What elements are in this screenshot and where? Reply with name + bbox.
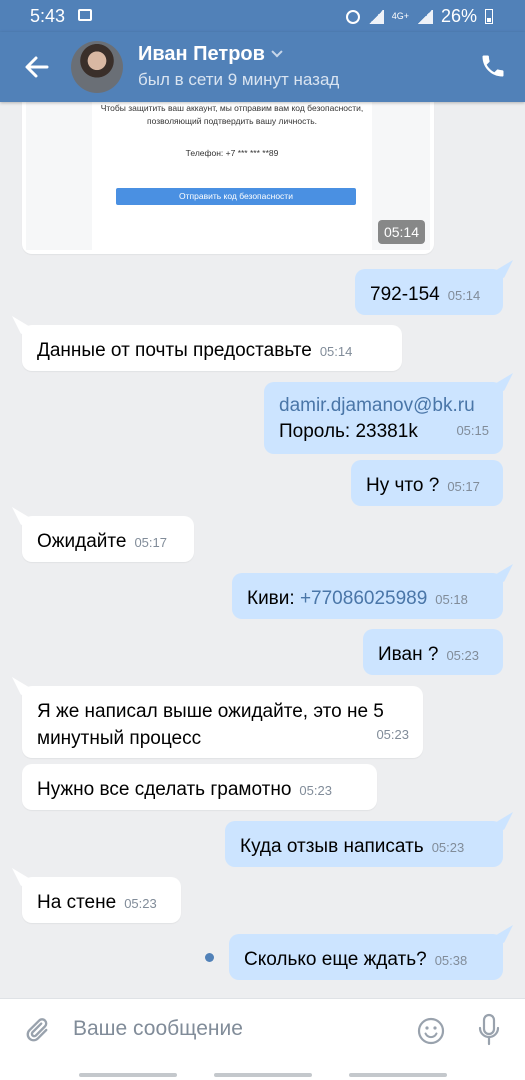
message-time: 05:23	[376, 727, 409, 742]
message-time: 05:23	[299, 783, 332, 798]
message-text: На стене	[37, 892, 117, 913]
message-time: 05:23	[431, 840, 465, 855]
unread-indicator	[205, 953, 214, 962]
attachment-time: 05:14	[377, 220, 425, 244]
last-seen: был в сети 9 минут назад	[138, 70, 340, 89]
screenshot-phone: Телефон: +7 *** *** **89	[185, 148, 279, 158]
contact-name[interactable]: Иван Петров	[138, 43, 283, 66]
message-time: 05:17	[134, 535, 167, 550]
message-outgoing[interactable]: 792-154 05:14	[355, 269, 503, 315]
screenshot-send-code-button: Отправить код безопасности	[116, 188, 356, 205]
status-icons: 4G+ 26%	[345, 6, 493, 27]
screenshot-text: Чтобы защитить ваш аккаунт, мы отправим …	[100, 103, 364, 126]
screenshot-document: Чтобы защитить ваш аккаунт, мы отправим …	[92, 102, 372, 250]
message-input[interactable]: Ваше сообщение	[73, 1017, 243, 1041]
message-time: 05:14	[447, 288, 481, 303]
chevron-down-icon	[271, 46, 283, 58]
message-incoming[interactable]: Данные от почты предоставьте 05:14	[22, 325, 402, 371]
gallery-icon	[78, 9, 92, 21]
status-bar: 5:43 4G+ 26%	[0, 0, 525, 32]
network-type: 4G+	[391, 11, 409, 21]
message-text: Сколько еще ждать?	[244, 949, 427, 970]
message-text: Ожидайте	[37, 531, 127, 552]
avatar[interactable]	[71, 41, 123, 93]
screenshot-frame: Чтобы защитить ваш аккаунт, мы отправим …	[26, 102, 430, 250]
battery-percent: 26%	[440, 6, 477, 26]
phone-link[interactable]: +77086025989	[300, 588, 427, 609]
message-text: Я же написал выше ожидайте, это не 5 мин…	[37, 701, 384, 749]
message-incoming[interactable]: Я же написал выше ожидайте, это не 5 мин…	[22, 686, 423, 758]
paperclip-icon[interactable]	[22, 1015, 50, 1045]
message-outgoing[interactable]: Сколько еще ждать? 05:38	[229, 934, 503, 980]
battery-icon	[485, 9, 493, 24]
message-incoming[interactable]: На стене 05:23	[22, 877, 181, 923]
contact-name-text: Иван Петров	[138, 43, 265, 65]
signal-icon	[367, 9, 384, 24]
message-incoming[interactable]: Ожидайте 05:17	[22, 516, 194, 562]
status-time: 5:43	[30, 6, 66, 26]
back-arrow-icon[interactable]	[22, 52, 52, 82]
message-outgoing[interactable]: Ну что ? 05:17	[351, 460, 503, 506]
message-outgoing[interactable]: Киви: +77086025989 05:18	[232, 573, 503, 619]
microphone-icon[interactable]	[476, 1013, 502, 1047]
message-outgoing[interactable]: Куда отзыв написать 05:23	[225, 821, 503, 867]
smile-icon[interactable]	[416, 1016, 446, 1046]
message-time: 05:14	[319, 344, 353, 359]
nav-handle	[78, 1073, 177, 1077]
message-outgoing[interactable]: Иван ? 05:23	[363, 629, 503, 675]
attached-screenshot[interactable]: Чтобы защитить ваш аккаунт, мы отправим …	[22, 102, 434, 254]
nav-handle	[213, 1073, 312, 1077]
chat-header: Иван Петров был в сети 9 минут назад	[0, 32, 525, 102]
message-composer: Ваше сообщение	[0, 998, 525, 1080]
message-time: 05:23	[446, 648, 479, 663]
message-time: 05:15	[456, 423, 489, 438]
message-text: Нужно все сделать грамотно	[37, 779, 292, 800]
message-time: 05:23	[124, 896, 157, 911]
message-outgoing[interactable]: damir.djamanov@bk.ru Пороль: 23381k 05:1…	[264, 382, 503, 454]
message-time: 05:17	[447, 479, 480, 494]
message-text: Данные от почты предоставьте	[37, 340, 312, 361]
message-text: Куда отзыв написать	[240, 836, 424, 857]
system-nav-bar	[0, 1068, 525, 1080]
message-text: 792-154	[370, 284, 440, 305]
message-time: 05:18	[435, 592, 468, 607]
message-incoming[interactable]: Нужно все сделать грамотно 05:23	[22, 764, 377, 810]
email-link[interactable]: damir.djamanov@bk.ru	[279, 393, 488, 419]
message-prefix: Киви:	[247, 588, 300, 609]
message-list[interactable]: Чтобы защитить ваш аккаунт, мы отправим …	[0, 102, 525, 998]
message-time: 05:38	[434, 953, 468, 968]
alarm-icon	[345, 9, 360, 24]
message-text: Ну что ?	[366, 475, 440, 496]
phone-icon[interactable]	[479, 52, 507, 80]
message-text: Иван ?	[378, 644, 439, 665]
nav-handle	[348, 1073, 447, 1077]
signal-icon-2	[416, 9, 433, 24]
